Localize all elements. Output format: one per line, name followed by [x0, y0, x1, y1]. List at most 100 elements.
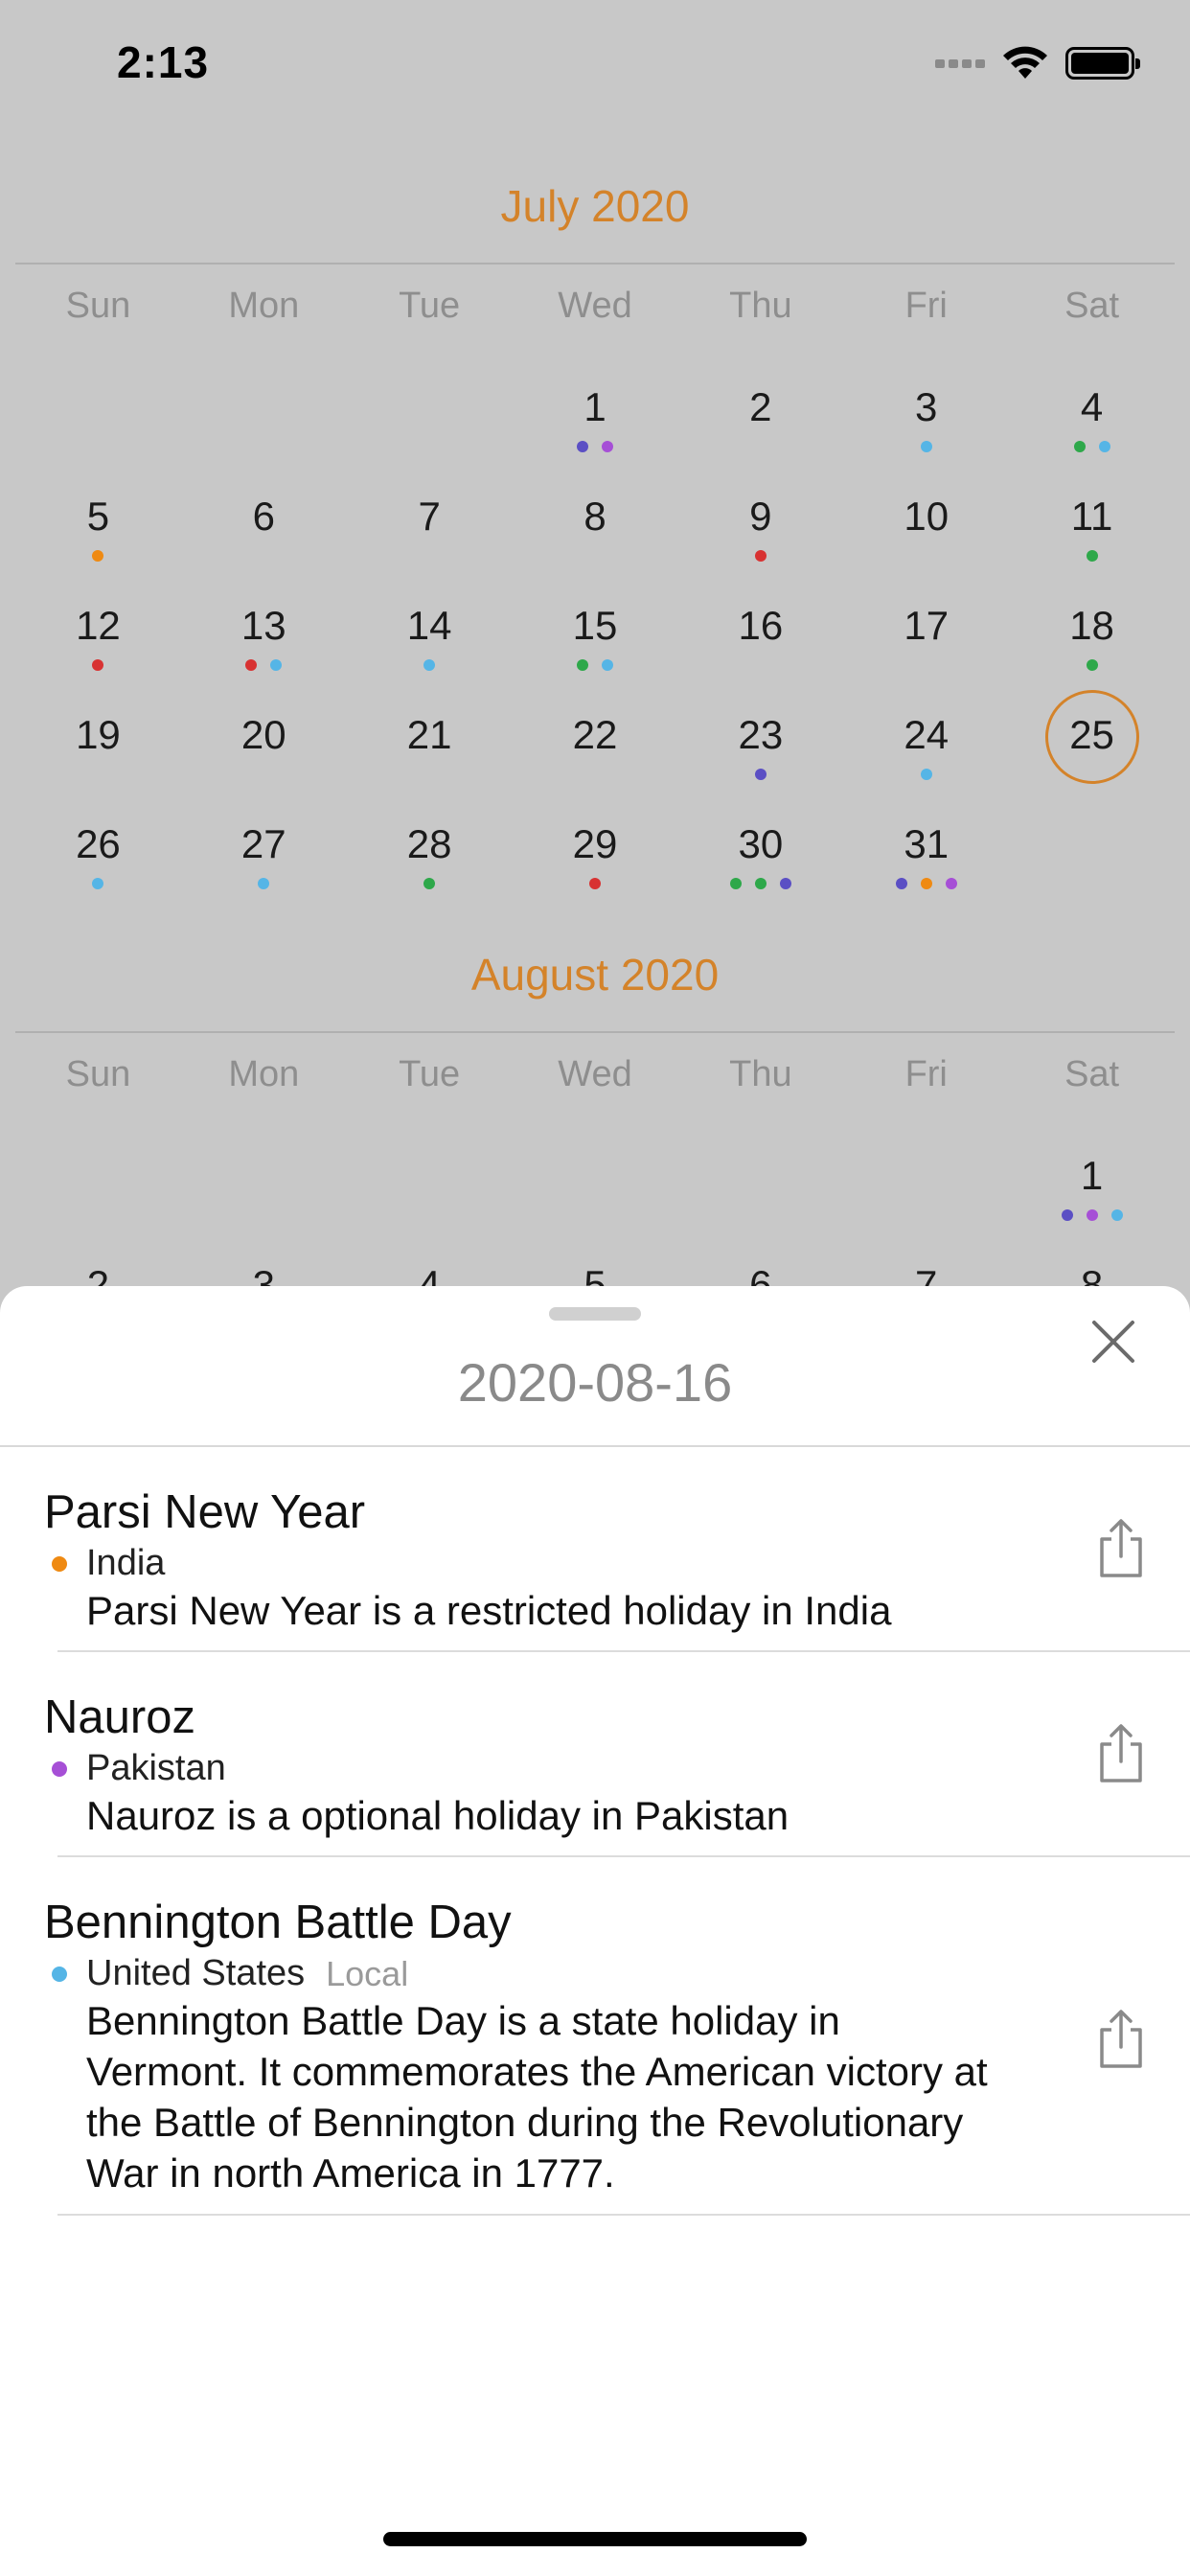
holiday-dots — [181, 878, 347, 889]
holiday-dot — [576, 659, 588, 671]
share-icon[interactable] — [1096, 1721, 1146, 1784]
event-description: Bennington Battle Day is a state holiday… — [86, 1998, 988, 2196]
month-divider — [15, 1031, 1175, 1033]
day-number: 6 — [252, 494, 275, 539]
day-cell[interactable]: 14 — [347, 581, 513, 690]
event-name: Nauroz — [44, 1691, 195, 1743]
row-divider — [57, 1855, 1190, 1857]
event-description: Nauroz is a optional holiday in Pakistan — [86, 1793, 790, 1838]
day-cell[interactable]: 9 — [677, 472, 843, 581]
holiday-dot — [1073, 441, 1086, 452]
day-cell[interactable]: 22 — [513, 690, 678, 799]
day-cell[interactable]: 17 — [843, 581, 1009, 690]
holiday-dot — [1086, 550, 1098, 562]
day-cell[interactable]: 1 — [513, 362, 678, 472]
day-cell[interactable]: 4 — [1009, 362, 1175, 472]
holiday-dot — [754, 878, 767, 889]
weekday-label: Sat — [1064, 286, 1120, 326]
empty-day-cell — [181, 362, 347, 472]
weekday-header: Sun Mon Tue Wed Thu Fri Sat — [15, 286, 1175, 327]
day-number: 31 — [904, 821, 950, 866]
day-cell[interactable]: 26 — [15, 799, 181, 908]
day-cell[interactable]: 5 — [15, 472, 181, 581]
day-number: 29 — [572, 821, 618, 866]
weekday-label: Mon — [228, 286, 300, 326]
home-indicator[interactable] — [383, 2532, 807, 2546]
day-number: 11 — [1070, 494, 1113, 539]
day-number: 10 — [904, 494, 950, 539]
day-number: 18 — [1069, 603, 1114, 648]
day-cell[interactable]: 24 — [843, 690, 1009, 799]
weekday-label: Fri — [904, 1054, 948, 1094]
holiday-dots — [181, 659, 347, 671]
holiday-dot — [1110, 1209, 1123, 1221]
day-cell[interactable]: 18 — [1009, 581, 1175, 690]
country-color-dot — [52, 1966, 67, 1982]
day-cell[interactable]: 16 — [677, 581, 843, 690]
weekday-label: Wed — [558, 286, 632, 326]
day-number: 14 — [406, 603, 452, 648]
weekday-label: Tue — [399, 1054, 461, 1094]
weekday-label: Thu — [729, 1054, 792, 1094]
day-number: 4 — [1080, 384, 1104, 429]
holiday-dot — [92, 659, 104, 671]
holiday-dot — [779, 878, 791, 889]
day-cell[interactable]: 12 — [15, 581, 181, 690]
holiday-dots — [513, 878, 678, 889]
day-cell[interactable]: 15 — [513, 581, 678, 690]
day-cell[interactable]: 19 — [15, 690, 181, 799]
day-cell[interactable]: 11 — [1009, 472, 1175, 581]
battery-icon — [1065, 47, 1140, 80]
country-name: India — [86, 1543, 166, 1583]
day-cell[interactable]: 2 — [677, 362, 843, 472]
day-number: 5 — [86, 494, 110, 539]
day-cell[interactable]: 21 — [347, 690, 513, 799]
holiday-dot — [1061, 1209, 1073, 1221]
weekday-label: Sat — [1064, 1054, 1120, 1094]
day-number: 28 — [406, 821, 452, 866]
weekday-header: Sun Mon Tue Wed Thu Fri Sat — [15, 1054, 1175, 1095]
share-icon[interactable] — [1096, 2007, 1146, 2070]
day-number: 9 — [749, 494, 772, 539]
day-cell[interactable]: 27 — [181, 799, 347, 908]
event-country: Pakistan — [52, 1748, 226, 1789]
holiday-scope-tag: Local — [326, 1953, 409, 1993]
holiday-dots — [1009, 1209, 1175, 1221]
holiday-dot — [729, 878, 742, 889]
empty-day-cell — [843, 1131, 1009, 1240]
share-icon[interactable] — [1096, 1516, 1146, 1579]
holiday-dots — [15, 550, 181, 562]
day-cell[interactable]: 28 — [347, 799, 513, 908]
day-cell[interactable]: 20 — [181, 690, 347, 799]
day-number: 2 — [749, 384, 772, 429]
weekday-label: Tue — [399, 286, 461, 326]
holiday-dots — [347, 878, 513, 889]
day-cell[interactable]: 30 — [677, 799, 843, 908]
day-cell[interactable]: 31 — [843, 799, 1009, 908]
weekday-label: Mon — [228, 1054, 300, 1094]
holiday-dots — [1009, 550, 1175, 562]
holiday-dots — [513, 659, 678, 671]
holiday-dots — [677, 769, 843, 780]
day-cell[interactable]: 8 — [513, 472, 678, 581]
day-cell[interactable]: 13 — [181, 581, 347, 690]
weekday-label: Thu — [729, 286, 792, 326]
event-country: United States Local — [52, 1953, 408, 1994]
day-cell[interactable]: 10 — [843, 472, 1009, 581]
holiday-dot — [258, 878, 270, 889]
day-cell[interactable]: 1 — [1009, 1131, 1175, 1240]
holiday-dots — [513, 441, 678, 452]
empty-day-cell — [513, 1131, 678, 1240]
status-icons — [935, 44, 1140, 82]
day-cell[interactable]: 23 — [677, 690, 843, 799]
weekday-label: Fri — [904, 286, 948, 326]
day-cell[interactable]: 29 — [513, 799, 678, 908]
day-cell[interactable]: 7 — [347, 472, 513, 581]
day-cell[interactable]: 3 — [843, 362, 1009, 472]
day-cell[interactable]: 25 — [1009, 690, 1175, 799]
country-color-dot — [52, 1760, 67, 1777]
sheet-grabber-handle[interactable] — [549, 1307, 641, 1321]
day-cell[interactable]: 6 — [181, 472, 347, 581]
holiday-dot — [92, 550, 104, 562]
holiday-dot — [423, 878, 436, 889]
